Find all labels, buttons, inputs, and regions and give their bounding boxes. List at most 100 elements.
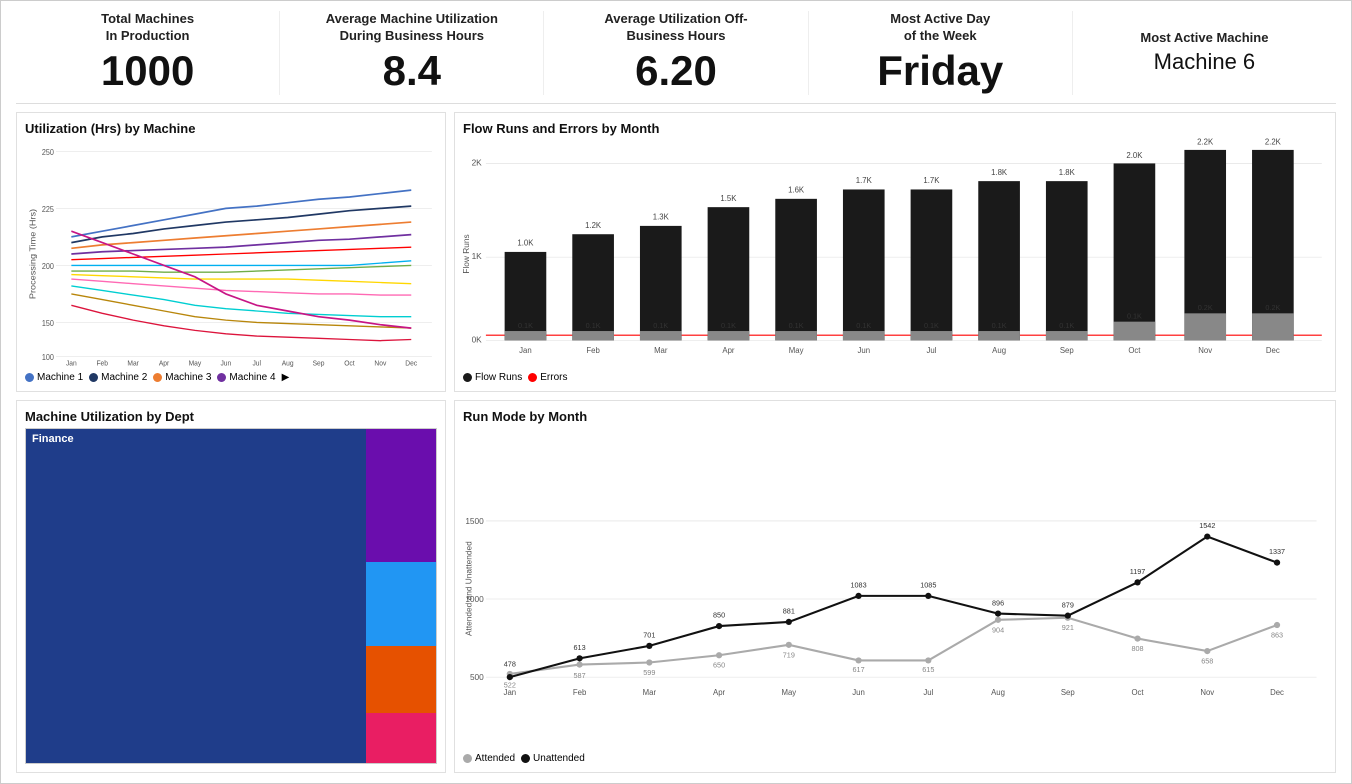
flow-runs-chart-panel: Flow Runs and Errors by Month 2K 1K 0K F…	[454, 112, 1336, 392]
legend-unattended: Unattended	[521, 753, 585, 764]
rm-att-feb: 587	[574, 671, 586, 680]
treemap-purple	[366, 429, 436, 563]
attended-dot-nov	[1204, 648, 1210, 654]
unattended-dot-aug	[995, 610, 1001, 616]
rm-unatt-feb: 613	[574, 643, 586, 652]
unattended-dot-sep	[1065, 612, 1071, 618]
x-flow-jun: Jun	[857, 346, 870, 355]
kpi-row: Total Machines In Production 1000 Averag…	[16, 11, 1336, 104]
rm-unatt-apr: 850	[713, 611, 725, 620]
utilization-y-label: Processing Time (Hrs)	[28, 209, 37, 299]
x-flow-dec: Dec	[1266, 346, 1280, 355]
label-dec-flow: 2.2K	[1265, 137, 1282, 146]
label-apr-flow: 1.5K	[720, 194, 737, 203]
label-aug-flow: 1.8K	[991, 168, 1008, 177]
x-flow-may: May	[789, 346, 804, 355]
bar-jul-flow	[911, 189, 953, 340]
kpi-avg-utilization-biz-value: 8.4	[290, 47, 533, 95]
attended-dot-jun	[855, 657, 861, 663]
x-aug: Aug	[282, 360, 294, 367]
legend-dot-machine1	[25, 373, 34, 382]
run-mode-chart-panel: Run Mode by Month Attended and Unattende…	[454, 400, 1336, 773]
x-oct: Oct	[344, 360, 354, 367]
x-rm-mar: Mar	[643, 688, 657, 697]
utilization-chart-title: Utilization (Hrs) by Machine	[25, 121, 437, 136]
label-mar-flow: 1.3K	[653, 212, 670, 221]
legend-dot-machine4	[217, 373, 226, 382]
treemap-orange	[366, 646, 436, 713]
unattended-dot-mar	[646, 643, 652, 649]
run-mode-chart-title: Run Mode by Month	[463, 409, 1327, 424]
bar-jul-error	[911, 331, 953, 340]
label-sep-flow: 1.8K	[1059, 168, 1076, 177]
x-rm-aug: Aug	[991, 688, 1005, 697]
kpi-total-machines-value: 1000	[26, 47, 269, 95]
unattended-dot-nov	[1204, 533, 1210, 539]
legend-flow-runs: Flow Runs	[463, 372, 522, 383]
attended-dot-aug	[995, 616, 1001, 622]
x-dec: Dec	[405, 360, 417, 367]
flow-runs-chart-area: 2K 1K 0K Flow Runs	[463, 140, 1327, 368]
kpi-most-active-day-value: Friday	[819, 47, 1062, 95]
bar-mar-error	[640, 331, 682, 340]
dept-treemap: Finance	[25, 428, 437, 764]
rm-att-apr: 650	[713, 661, 725, 670]
label-feb-flow: 1.2K	[585, 221, 602, 230]
machine-line-1	[71, 190, 411, 237]
y-2k: 2K	[472, 157, 483, 167]
left-column: Utilization (Hrs) by Machine Processing …	[16, 112, 446, 773]
legend-machine4: Machine 4	[217, 372, 275, 383]
bar-apr-error	[708, 331, 750, 340]
bar-jun-error	[843, 331, 885, 340]
flow-runs-chart-title: Flow Runs and Errors by Month	[463, 121, 1327, 136]
y-label-150: 150	[42, 318, 54, 327]
y-rm-1500: 1500	[465, 516, 484, 526]
bar-sep-flow	[1046, 181, 1088, 340]
legend-machine2: Machine 2	[89, 372, 147, 383]
bar-aug-error	[978, 331, 1020, 340]
x-flow-oct: Oct	[1128, 346, 1141, 355]
label-jul-error: 0.1K	[924, 321, 939, 330]
y-rm-500: 500	[470, 672, 484, 682]
machine-line-2	[71, 206, 411, 242]
utilization-chart-panel: Utilization (Hrs) by Machine Processing …	[16, 112, 446, 392]
bar-may-error	[775, 331, 817, 340]
unattended-line	[510, 536, 1277, 677]
kpi-avg-utilization-off-value: 6.20	[554, 47, 797, 95]
x-nov: Nov	[374, 360, 386, 367]
kpi-avg-utilization-biz: Average Machine Utilization During Busin…	[280, 11, 544, 95]
run-mode-legend: Attended Unattended	[463, 753, 1327, 764]
kpi-most-active-machine-label: Most Active Machine	[1083, 30, 1326, 47]
legend-label-machine4: Machine 4	[229, 372, 275, 383]
dashboard: Total Machines In Production 1000 Averag…	[0, 0, 1352, 784]
label-jul-flow: 1.7K	[923, 176, 940, 185]
rm-unatt-nov: 1542	[1199, 521, 1215, 530]
y-label-225: 225	[42, 204, 54, 213]
kpi-avg-utilization-off: Average Utilization Off- Business Hours …	[544, 11, 808, 95]
x-apr: Apr	[159, 360, 170, 367]
legend-label-errors: Errors	[540, 372, 567, 383]
legend-more-icon[interactable]: ▶	[282, 372, 290, 383]
rm-unatt-jul: 1085	[920, 580, 936, 589]
bar-dec-error	[1252, 313, 1294, 340]
kpi-most-active-day: Most Active Day of the Week Friday	[809, 11, 1073, 95]
label-sep-error: 0.1K	[1059, 321, 1074, 330]
x-rm-jun: Jun	[852, 688, 865, 697]
x-flow-feb: Feb	[586, 346, 600, 355]
rm-att-aug: 904	[992, 625, 1004, 634]
rm-att-jul: 615	[922, 665, 934, 674]
attended-dot-dec	[1274, 622, 1280, 628]
y-rm-1000: 1000	[465, 594, 484, 604]
x-feb: Feb	[96, 360, 108, 367]
rm-att-mar: 599	[643, 668, 655, 677]
bar-sep-error	[1046, 331, 1088, 340]
x-rm-jul: Jul	[923, 688, 933, 697]
machine-line-4	[71, 234, 411, 253]
y-label-100: 100	[42, 352, 54, 361]
label-oct-error: 0.1K	[1127, 311, 1142, 320]
kpi-total-machines-label: Total Machines In Production	[26, 11, 269, 45]
label-mar-error: 0.1K	[653, 321, 668, 330]
x-rm-oct: Oct	[1131, 688, 1144, 697]
x-may: May	[189, 360, 202, 367]
rm-unatt-oct: 1197	[1130, 567, 1146, 576]
